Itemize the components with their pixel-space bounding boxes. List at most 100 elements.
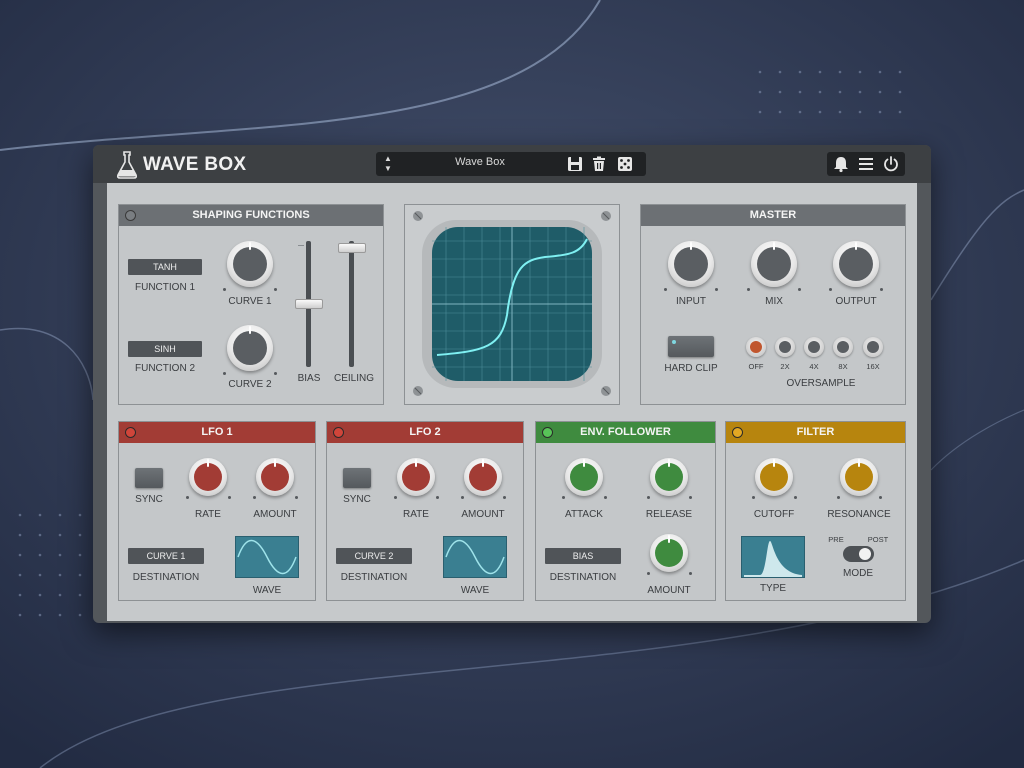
dice-icon[interactable] xyxy=(616,155,634,173)
curve2-knob[interactable] xyxy=(227,325,273,371)
ceiling-fader-handle[interactable] xyxy=(338,243,366,253)
env-amount-knob[interactable] xyxy=(650,534,688,572)
filter-cutoff-knob[interactable] xyxy=(755,458,793,496)
bell-icon[interactable] xyxy=(832,155,850,173)
lfo2-amount-label: AMOUNT xyxy=(461,509,505,520)
filter-post-label: POST xyxy=(867,535,889,544)
lfo2-destination-label: DESTINATION xyxy=(340,572,408,583)
function2-label: FUNCTION 2 xyxy=(135,363,195,374)
env-destination-label: DESTINATION xyxy=(549,572,617,583)
mix-knob[interactable] xyxy=(751,241,797,287)
filter-resonance-knob[interactable] xyxy=(840,458,878,496)
filter-enable-button[interactable] xyxy=(732,427,743,438)
function1-label: FUNCTION 1 xyxy=(135,282,195,293)
plugin-window: WAVE BOX ▲ ▼ Wave Box SHAPING FUNCTIONS … xyxy=(93,145,931,623)
function2-select[interactable]: SINH xyxy=(128,341,202,357)
menu-icon[interactable] xyxy=(857,155,875,173)
scope-panel xyxy=(404,204,620,405)
lfo1-amount-knob[interactable] xyxy=(256,458,294,496)
output-knob[interactable] xyxy=(833,241,879,287)
lfo2-wave-display[interactable] xyxy=(443,536,507,578)
lfo2-sine-wave-icon xyxy=(445,539,505,575)
env-destination-select[interactable]: BIAS xyxy=(545,548,621,564)
lfo2-sync-button[interactable] xyxy=(343,468,371,488)
filter-mode-label: MODE xyxy=(843,568,873,579)
filter-cutoff-label: CUTOFF xyxy=(753,509,795,520)
oversample-2x-radio[interactable] xyxy=(775,337,795,357)
bias-fader-handle[interactable] xyxy=(295,299,323,309)
trash-icon[interactable] xyxy=(590,155,608,173)
function1-select[interactable]: TANH xyxy=(128,259,202,275)
oversample-4x-radio[interactable] xyxy=(804,337,824,357)
oversample-2x-label: 2X xyxy=(780,362,790,371)
lfo1-destination-select[interactable]: CURVE 1 xyxy=(128,548,204,564)
lfo1-rate-knob[interactable] xyxy=(189,458,227,496)
shaping-functions-panel: SHAPING FUNCTIONS TANH FUNCTION 1 SINH F… xyxy=(118,204,384,405)
filter-type-display[interactable] xyxy=(741,536,805,578)
ceiling-fader-track xyxy=(349,241,354,367)
master-header: MASTER xyxy=(641,205,905,226)
plugin-face: SHAPING FUNCTIONS TANH FUNCTION 1 SINH F… xyxy=(107,183,917,621)
curve1-knob[interactable] xyxy=(227,241,273,287)
shaping-functions-title: SHAPING FUNCTIONS xyxy=(192,209,310,221)
lfo1-wave-label: WAVE xyxy=(252,585,282,596)
filter-title: FILTER xyxy=(796,426,835,438)
preset-arrows-icon[interactable]: ▲ ▼ xyxy=(382,154,394,174)
master-title: MASTER xyxy=(749,209,797,221)
lfo1-wave-display[interactable] xyxy=(235,536,299,578)
filter-header: FILTER xyxy=(726,422,905,443)
oversample-16x-label: 16X xyxy=(866,362,880,371)
lfo1-sync-button[interactable] xyxy=(135,468,163,488)
lfo2-panel: LFO 2 SYNC RATE AMOUNT CURVE 2 DESTINATI… xyxy=(326,421,524,601)
lfo1-destination-label: DESTINATION xyxy=(132,572,200,583)
env-follower-header: ENV. FOLLOWER xyxy=(536,422,715,443)
oversample-off-label: OFF xyxy=(748,362,764,371)
lfo2-sync-label: SYNC xyxy=(343,494,371,505)
lfo2-rate-knob[interactable] xyxy=(397,458,435,496)
input-label: INPUT xyxy=(676,296,706,307)
oversample-label: OVERSAMPLE xyxy=(786,378,856,389)
env-follower-enable-button[interactable] xyxy=(542,427,553,438)
preset-name[interactable]: Wave Box xyxy=(416,156,544,168)
hard-clip-button[interactable] xyxy=(668,336,714,357)
title-bar: WAVE BOX ▲ ▼ Wave Box xyxy=(93,145,931,183)
lfo1-enable-button[interactable] xyxy=(125,427,136,438)
filter-type-label: TYPE xyxy=(759,583,787,594)
lfo1-panel: LFO 1 SYNC RATE AMOUNT CURVE 1 DESTINATI… xyxy=(118,421,316,601)
lfo1-header: LFO 1 xyxy=(119,422,315,443)
flask-logo-icon xyxy=(116,151,138,179)
lfo1-sync-label: SYNC xyxy=(135,494,163,505)
env-release-label: RELEASE xyxy=(645,509,693,520)
env-attack-label: ATTACK xyxy=(565,509,603,520)
env-amount-label: AMOUNT xyxy=(647,585,691,596)
curve2-label: CURVE 2 xyxy=(228,379,272,390)
lfo2-enable-button[interactable] xyxy=(333,427,344,438)
lfo2-rate-label: RATE xyxy=(403,509,429,520)
lfo1-rate-label: RATE xyxy=(195,509,221,520)
lfo1-sine-wave-icon xyxy=(237,539,297,575)
env-release-knob[interactable] xyxy=(650,458,688,496)
oversample-8x-radio[interactable] xyxy=(833,337,853,357)
bias-label: BIAS xyxy=(297,373,321,384)
lowpass-curve-icon xyxy=(744,541,802,577)
curve1-label: CURVE 1 xyxy=(228,296,272,307)
filter-pre-label: PRE xyxy=(828,535,844,544)
lfo1-title: LFO 1 xyxy=(201,426,233,438)
ceiling-label: CEILING xyxy=(333,373,374,384)
env-attack-knob[interactable] xyxy=(565,458,603,496)
lfo2-header: LFO 2 xyxy=(327,422,523,443)
input-knob[interactable] xyxy=(668,241,714,287)
filter-mode-switch[interactable] xyxy=(843,546,874,562)
power-icon[interactable] xyxy=(882,155,900,173)
oversample-16x-radio[interactable] xyxy=(863,337,883,357)
oversample-off-radio[interactable] xyxy=(746,337,766,357)
lfo2-destination-select[interactable]: CURVE 2 xyxy=(336,548,412,564)
hard-clip-label: HARD CLIP xyxy=(664,363,718,374)
env-follower-title: ENV. FOLLOWER xyxy=(580,426,671,438)
save-icon[interactable] xyxy=(566,155,584,173)
output-label: OUTPUT xyxy=(835,296,877,307)
lfo2-amount-knob[interactable] xyxy=(464,458,502,496)
shaping-info-icon[interactable] xyxy=(125,210,136,221)
shaping-functions-header: SHAPING FUNCTIONS xyxy=(119,205,383,226)
preset-bar: ▲ ▼ Wave Box xyxy=(376,152,646,176)
